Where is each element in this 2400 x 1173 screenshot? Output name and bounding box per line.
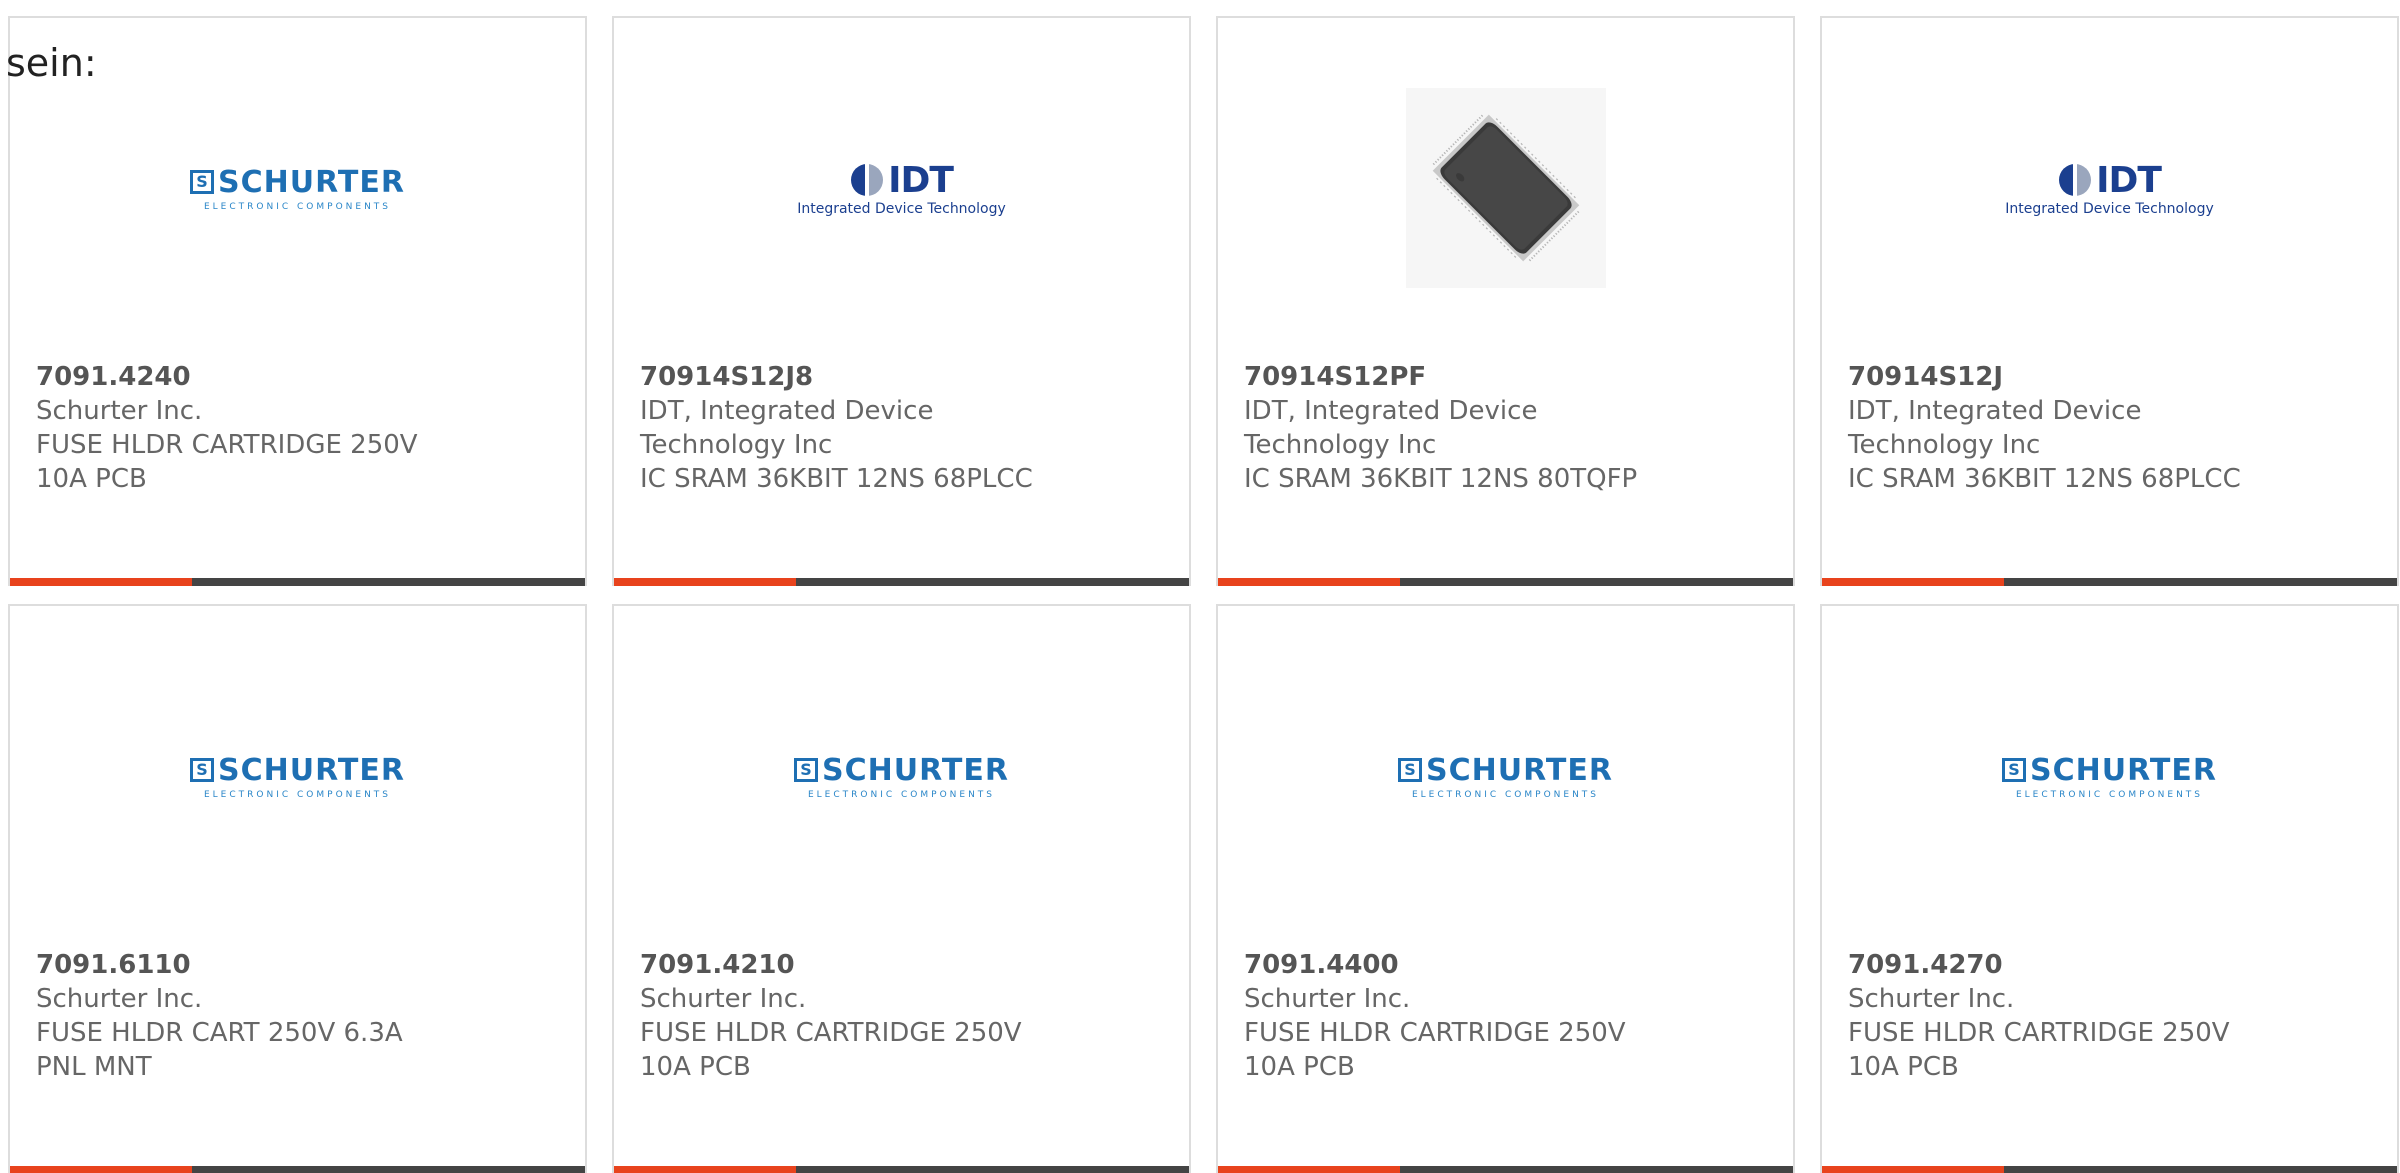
idt-logo: IDT Integrated Device Technology [797, 159, 1006, 217]
part-number[interactable]: 7091.4270 [1848, 948, 2003, 982]
product-image[interactable]: IDT Integrated Device Technology [614, 88, 1189, 288]
card-footer-bar [614, 1166, 1189, 1173]
product-details: Schurter Inc. FUSE HLDR CARTRIDGE 250V 1… [640, 982, 1060, 1084]
idt-mark-icon [2059, 164, 2092, 196]
product-details: Schurter Inc. FUSE HLDR CARTRIDGE 250V 1… [1848, 982, 2268, 1084]
part-number[interactable]: 70914S12J8 [640, 360, 813, 394]
card-footer-bar [1822, 1166, 2397, 1173]
manufacturer: Schurter Inc. [36, 984, 203, 1014]
schurter-mark-icon: S [190, 170, 215, 194]
schurter-mark-icon: S [1398, 758, 1423, 782]
product-image[interactable]: S SCHURTER ELECTRONIC COMPONENTS [1218, 676, 1793, 876]
schurter-mark-icon: S [190, 758, 215, 782]
product-card[interactable]: S SCHURTER ELECTRONIC COMPONENTS 7091.44… [1216, 604, 1795, 1173]
description: IC SRAM 36KBIT 12NS 68PLCC [640, 464, 1033, 494]
manufacturer: IDT, Integrated Device Technology Inc [1848, 396, 2142, 460]
schurter-logo: S SCHURTER ELECTRONIC COMPONENTS [1398, 753, 1613, 800]
description: FUSE HLDR CARTRIDGE 250V 10A PCB [1244, 1018, 1626, 1082]
part-number[interactable]: 7091.4240 [36, 360, 191, 394]
part-number[interactable]: 7091.4210 [640, 948, 795, 982]
schurter-logo: S SCHURTER ELECTRONIC COMPONENTS [794, 753, 1009, 800]
product-card[interactable]: IDT Integrated Device Technology 70914S1… [612, 16, 1191, 586]
part-number[interactable]: 7091.4400 [1244, 948, 1399, 982]
description: FUSE HLDR CARTRIDGE 250V 10A PCB [1848, 1018, 2230, 1082]
description: IC SRAM 36KBIT 12NS 68PLCC [1848, 464, 2241, 494]
card-footer-bar [614, 578, 1189, 586]
product-card[interactable]: S SCHURTER ELECTRONIC COMPONENTS 7091.42… [8, 16, 587, 586]
schurter-logo: S SCHURTER ELECTRONIC COMPONENTS [190, 165, 405, 212]
idt-mark-icon [851, 164, 884, 196]
idt-logo: IDT Integrated Device Technology [2005, 159, 2214, 217]
manufacturer: IDT, Integrated Device Technology Inc [1244, 396, 1538, 460]
product-card[interactable]: IDT Integrated Device Technology 70914S1… [1820, 16, 2399, 586]
product-image[interactable]: S SCHURTER ELECTRONIC COMPONENTS [1822, 676, 2397, 876]
product-card[interactable]: S SCHURTER ELECTRONIC COMPONENTS 7091.61… [8, 604, 587, 1173]
product-grid-page: sein: S SCHURTER ELECTRONIC COMPONENTS 7… [0, 0, 2400, 1173]
schurter-mark-icon: S [2002, 758, 2027, 782]
product-card[interactable]: S SCHURTER ELECTRONIC COMPONENTS 7091.42… [612, 604, 1191, 1173]
product-card[interactable]: S SCHURTER ELECTRONIC COMPONENTS 7091.42… [1820, 604, 2399, 1173]
product-details: Schurter Inc. FUSE HLDR CARTRIDGE 250V 1… [1244, 982, 1664, 1084]
manufacturer: Schurter Inc. [640, 984, 807, 1014]
product-details: IDT, Integrated Device Technology Inc IC… [1244, 394, 1664, 496]
manufacturer: IDT, Integrated Device Technology Inc [640, 396, 934, 460]
description: FUSE HLDR CARTRIDGE 250V 10A PCB [36, 430, 418, 494]
product-image[interactable]: S SCHURTER ELECTRONIC COMPONENTS [10, 88, 585, 288]
manufacturer: Schurter Inc. [1244, 984, 1411, 1014]
manufacturer: Schurter Inc. [36, 396, 203, 426]
schurter-logo: S SCHURTER ELECTRONIC COMPONENTS [2002, 753, 2217, 800]
product-details: Schurter Inc. FUSE HLDR CART 250V 6.3A P… [36, 982, 456, 1084]
card-footer-bar [1218, 1166, 1793, 1173]
product-details: IDT, Integrated Device Technology Inc IC… [1848, 394, 2268, 496]
description: FUSE HLDR CARTRIDGE 250V 10A PCB [640, 1018, 1022, 1082]
schurter-logo: S SCHURTER ELECTRONIC COMPONENTS [190, 753, 405, 800]
product-image[interactable]: S SCHURTER ELECTRONIC COMPONENTS [614, 676, 1189, 876]
description: FUSE HLDR CART 250V 6.3A PNL MNT [36, 1018, 403, 1082]
part-number[interactable]: 7091.6110 [36, 948, 191, 982]
card-footer-bar [1218, 578, 1793, 586]
card-footer-bar [1822, 578, 2397, 586]
product-grid: S SCHURTER ELECTRONIC COMPONENTS 7091.42… [8, 16, 2400, 1173]
product-card[interactable]: 70914S12PF IDT, Integrated Device Techno… [1216, 16, 1795, 586]
product-details: IDT, Integrated Device Technology Inc IC… [640, 394, 1060, 496]
product-details: Schurter Inc. FUSE HLDR CARTRIDGE 250V 1… [36, 394, 456, 496]
part-number[interactable]: 70914S12PF [1244, 360, 1426, 394]
manufacturer: Schurter Inc. [1848, 984, 2015, 1014]
intro-text: sein: [6, 41, 97, 85]
product-image[interactable]: IDT Integrated Device Technology [1822, 88, 2397, 288]
part-number[interactable]: 70914S12J [1848, 360, 2003, 394]
description: IC SRAM 36KBIT 12NS 80TQFP [1244, 464, 1638, 494]
ic-chip-photo-icon [1405, 88, 1606, 288]
schurter-mark-icon: S [794, 758, 819, 782]
card-footer-bar [10, 1166, 585, 1173]
product-image[interactable] [1218, 88, 1793, 288]
product-image[interactable]: S SCHURTER ELECTRONIC COMPONENTS [10, 676, 585, 876]
card-footer-bar [10, 578, 585, 586]
